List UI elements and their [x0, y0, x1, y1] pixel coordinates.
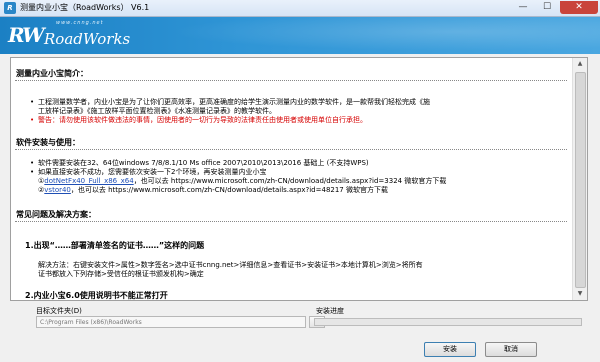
dependency-note: ，也可以去 https://www.microsoft.com/zh-CN/do… — [70, 186, 388, 194]
divider — [15, 221, 567, 222]
intro-line: 工程测量数学者，内业小宝是为了让你们更高效率，更高准确度的给学生演示测量内业的数… — [38, 98, 430, 106]
logo-name: RoadWorks — [44, 30, 131, 48]
divider — [15, 80, 567, 81]
cancel-button[interactable]: 取消 — [485, 342, 537, 357]
title-bar: R 测量内业小宝（RoadWorks） V6.1 — ☐ ✕ — [0, 0, 600, 17]
scroll-thumb[interactable] — [575, 72, 586, 288]
install-requirement: 软件需要安装在32、64位windows 7/8/8.1/10 Ms offic… — [38, 159, 369, 167]
faq-item-title: 1.出现“……部署清单签名的证书……”这样的问题 — [25, 241, 205, 250]
scroll-down-icon[interactable]: ▼ — [573, 288, 587, 300]
window-title: 测量内业小宝（RoadWorks） V6.1 — [20, 3, 150, 12]
maximize-button[interactable]: ☐ — [536, 1, 558, 14]
installer-window: R 测量内业小宝（RoadWorks） V6.1 — ☐ ✕ RW www.cn… — [0, 0, 600, 362]
install-button[interactable]: 安装 — [424, 342, 476, 357]
dependency-note: ，也可以去 https://www.microsoft.com/zh-CN/do… — [133, 177, 447, 185]
bullet-icon: • — [30, 98, 35, 106]
progress-label: 安装进度 — [316, 307, 344, 315]
app-icon: R — [4, 2, 16, 14]
warning-text: 警告：请勿使用该软件做违法的事情，因使用者的一切行为导致的法律责任由使用者或使用… — [38, 116, 367, 124]
faq-heading: 常见问题及解决方案： — [16, 210, 96, 219]
dependency-2: ②vstor40，也可以去 https://www.microsoft.com/… — [38, 186, 388, 195]
logo-mark: RW — [8, 23, 45, 47]
install-progress-bar — [314, 318, 582, 326]
target-folder-input[interactable]: C:\Program Files (x86)\RoadWorks — [36, 316, 306, 328]
description-panel[interactable]: 测量内业小宝简介： • 工程测量数学者，内业小宝是为了让你们更高效率，更高准确度… — [10, 57, 588, 301]
header-banner: RW www.cnng.net RoadWorks — [0, 17, 600, 54]
vertical-scrollbar[interactable]: ▲ ▼ — [572, 58, 587, 300]
faq-answer-line: 证书都放入下列存储>受信任的根证书颁发机构>确定 — [38, 270, 204, 278]
bullet-icon: • — [30, 116, 35, 124]
logo-site: www.cnng.net — [56, 20, 104, 26]
intro-line: 工放样记录表》《施工放样平面位置检测表》《水准测量记录表》的教学软件。 — [38, 107, 276, 115]
vstor-download-link[interactable]: vstor40 — [44, 186, 71, 194]
intro-heading: 测量内业小宝简介： — [16, 69, 88, 78]
scroll-up-icon[interactable]: ▲ — [573, 58, 587, 70]
install-heading: 软件安装与使用： — [16, 138, 80, 147]
bullet-icon: • — [30, 168, 35, 176]
install-hint: 如果直接安装不成功，您需要依次安装一下2个环境，再安装测量内业小宝 — [38, 168, 267, 176]
target-folder-label: 目标文件夹(D) — [36, 307, 82, 315]
faq-answer-line: 解决方法：右键安装文件>属性>数字签名>选中证书cnng.net>详细信息>查看… — [38, 261, 423, 269]
dotnet-download-link[interactable]: dotNetFx40_Full_x86_x64 — [44, 177, 133, 185]
banner-decoration — [120, 17, 600, 54]
bullet-icon: • — [30, 159, 35, 167]
dependency-1: ①dotNetFx40_Full_x86_x64，也可以去 https://ww… — [38, 177, 446, 186]
close-button[interactable]: ✕ — [560, 1, 598, 14]
minimize-button[interactable]: — — [512, 1, 534, 14]
divider — [15, 149, 567, 150]
faq-item-title: 2.内业小宝6.0使用说明书不能正常打开 — [25, 291, 168, 300]
